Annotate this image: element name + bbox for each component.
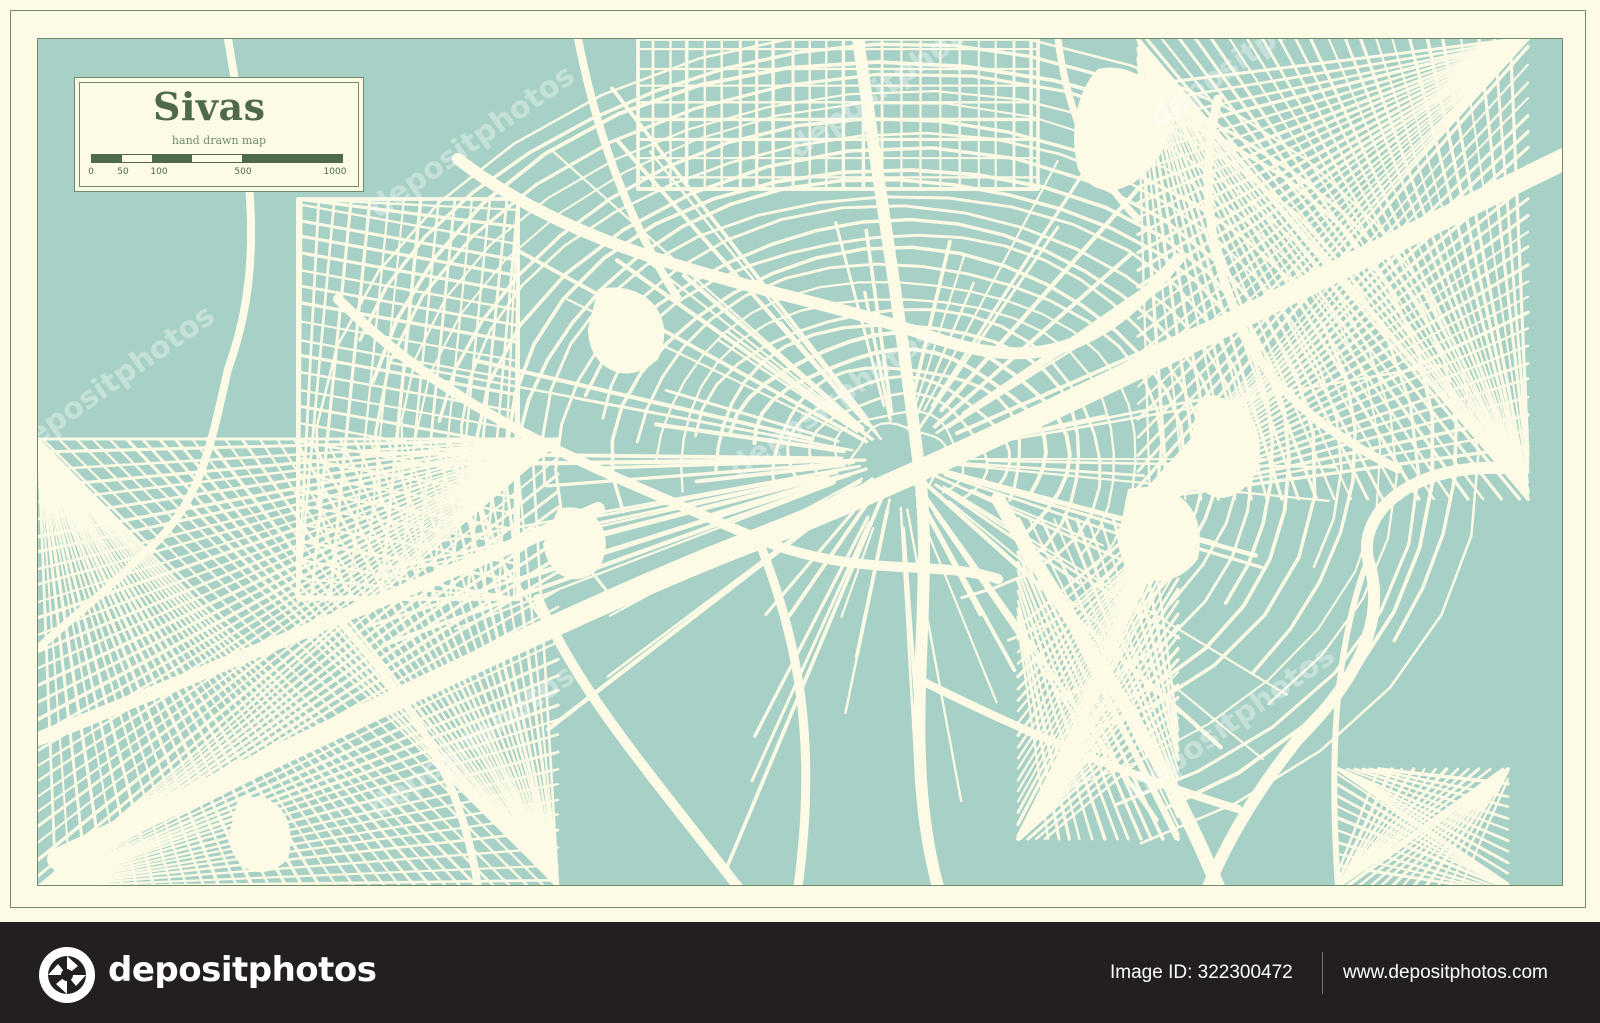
camera-aperture-icon [39, 947, 95, 1003]
footer-divider [1322, 952, 1323, 994]
scale-tick-label: 100 [150, 167, 168, 177]
scale-tick-label: 1000 [323, 167, 347, 177]
image-id-label: Image ID: 322300472 [1110, 962, 1293, 983]
stock-footer: depositphotos Image ID: 322300472 www.de… [0, 922, 1600, 1023]
site-url[interactable]: www.depositphotos.com [1343, 962, 1548, 984]
map-title-box: Sivas hand drawn map 0 50 100 500 1000 [74, 77, 364, 192]
scale-tick-label: 500 [234, 167, 252, 177]
map-title: Sivas [153, 84, 266, 129]
brand-name: depositphotos [108, 950, 377, 990]
scale-tick-label: 50 [117, 167, 129, 177]
page: depositphotos depositphotos depositphoto… [0, 0, 1600, 1023]
scale-tick-label: 0 [88, 167, 94, 177]
scale-bar [91, 154, 343, 163]
map-subtitle: hand drawn map [171, 134, 267, 147]
